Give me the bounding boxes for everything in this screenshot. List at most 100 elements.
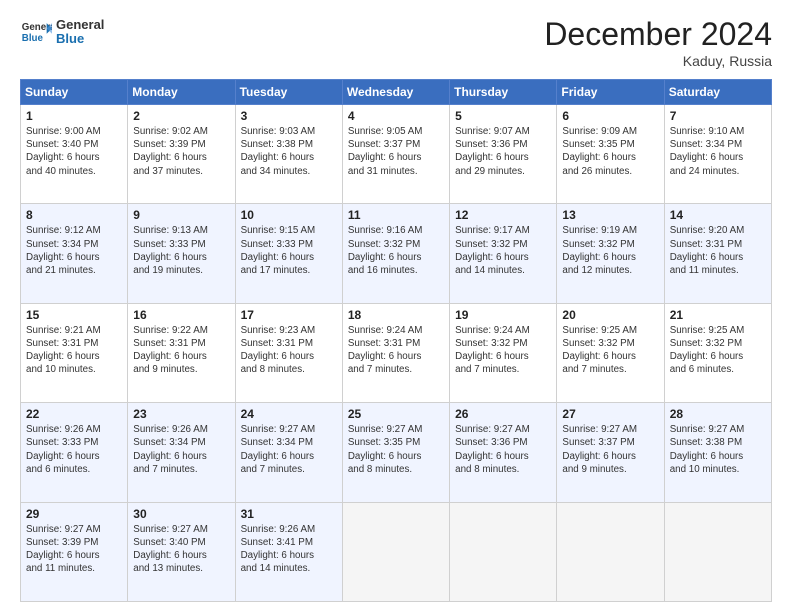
calendar-cell xyxy=(450,502,557,601)
day-number: 17 xyxy=(241,308,337,322)
calendar-cell: 4 Sunrise: 9:05 AM Sunset: 3:37 PM Daylig… xyxy=(342,105,449,204)
day-info: Sunrise: 9:22 AM Sunset: 3:31 PM Dayligh… xyxy=(133,324,229,377)
calendar-cell: 15 Sunrise: 9:21 AM Sunset: 3:31 PM Dayli… xyxy=(21,303,128,402)
calendar-cell: 20Sunrise: 9:25 AM Sunset: 3:32 PM Dayli… xyxy=(557,303,664,402)
calendar-cell xyxy=(342,502,449,601)
day-info: Sunrise: 9:23 AM Sunset: 3:31 PM Dayligh… xyxy=(241,324,337,377)
calendar-cell: 23 Sunrise: 9:26 AM Sunset: 3:34 PM Dayli… xyxy=(128,403,235,502)
page-header: General Blue General Blue December 2024 … xyxy=(20,16,772,69)
calendar-cell: 27Sunrise: 9:27 AM Sunset: 3:37 PM Dayli… xyxy=(557,403,664,502)
weekday-header-row: SundayMondayTuesdayWednesdayThursdayFrid… xyxy=(21,80,772,105)
day-info: Sunrise: 9:27 AM Sunset: 3:36 PM Dayligh… xyxy=(455,423,551,476)
day-info: Sunrise: 9:13 AM Sunset: 3:33 PM Dayligh… xyxy=(133,224,229,277)
calendar-cell: 22 Sunrise: 9:26 AM Sunset: 3:33 PM Dayli… xyxy=(21,403,128,502)
calendar-cell: 26 Sunrise: 9:27 AM Sunset: 3:36 PM Dayli… xyxy=(450,403,557,502)
day-info: Sunrise: 9:00 AM Sunset: 3:40 PM Dayligh… xyxy=(26,125,122,178)
day-info: Sunrise: 9:25 AM Sunset: 3:32 PM Dayligh… xyxy=(562,324,658,377)
calendar-cell: 18 Sunrise: 9:24 AM Sunset: 3:31 PM Dayli… xyxy=(342,303,449,402)
day-info: Sunrise: 9:24 AM Sunset: 3:31 PM Dayligh… xyxy=(348,324,444,377)
calendar-cell: 1Sunrise: 9:00 AM Sunset: 3:40 PM Daylig… xyxy=(21,105,128,204)
day-number: 21 xyxy=(670,308,766,322)
weekday-header: Wednesday xyxy=(342,80,449,105)
day-info: Sunrise: 9:27 AM Sunset: 3:39 PM Dayligh… xyxy=(26,523,122,576)
day-info: Sunrise: 9:12 AM Sunset: 3:34 PM Dayligh… xyxy=(26,224,122,277)
day-info: Sunrise: 9:26 AM Sunset: 3:34 PM Dayligh… xyxy=(133,423,229,476)
logo-line1: General xyxy=(56,18,104,32)
day-number: 4 xyxy=(348,109,444,123)
day-number: 18 xyxy=(348,308,444,322)
day-number: 5 xyxy=(455,109,551,123)
day-info: Sunrise: 9:10 AM Sunset: 3:34 PM Dayligh… xyxy=(670,125,766,178)
day-info: Sunrise: 9:26 AM Sunset: 3:41 PM Dayligh… xyxy=(241,523,337,576)
calendar-cell: 11 Sunrise: 9:16 AM Sunset: 3:32 PM Dayli… xyxy=(342,204,449,303)
svg-text:Blue: Blue xyxy=(22,33,44,44)
day-info: Sunrise: 9:21 AM Sunset: 3:31 PM Dayligh… xyxy=(26,324,122,377)
day-info: Sunrise: 9:20 AM Sunset: 3:31 PM Dayligh… xyxy=(670,224,766,277)
calendar-cell: 3 Sunrise: 9:03 AM Sunset: 3:38 PM Daylig… xyxy=(235,105,342,204)
day-number: 24 xyxy=(241,407,337,421)
calendar-cell: 21 Sunrise: 9:25 AM Sunset: 3:32 PM Dayli… xyxy=(664,303,771,402)
calendar-cell: 16Sunrise: 9:22 AM Sunset: 3:31 PM Dayli… xyxy=(128,303,235,402)
calendar-cell: 17 Sunrise: 9:23 AM Sunset: 3:31 PM Dayli… xyxy=(235,303,342,402)
calendar-cell: 29 Sunrise: 9:27 AM Sunset: 3:39 PM Dayli… xyxy=(21,502,128,601)
day-number: 25 xyxy=(348,407,444,421)
calendar-cell: 31Sunrise: 9:26 AM Sunset: 3:41 PM Dayli… xyxy=(235,502,342,601)
day-number: 23 xyxy=(133,407,229,421)
logo: General Blue General Blue xyxy=(20,16,104,48)
weekday-header: Monday xyxy=(128,80,235,105)
calendar-cell: 13Sunrise: 9:19 AM Sunset: 3:32 PM Dayli… xyxy=(557,204,664,303)
calendar-cell: 8 Sunrise: 9:12 AM Sunset: 3:34 PM Daylig… xyxy=(21,204,128,303)
day-info: Sunrise: 9:16 AM Sunset: 3:32 PM Dayligh… xyxy=(348,224,444,277)
logo-icon: General Blue xyxy=(20,16,52,48)
day-number: 11 xyxy=(348,208,444,222)
day-number: 27 xyxy=(562,407,658,421)
logo-line2: Blue xyxy=(56,32,104,46)
weekday-header: Tuesday xyxy=(235,80,342,105)
calendar-table: SundayMondayTuesdayWednesdayThursdayFrid… xyxy=(20,79,772,602)
day-info: Sunrise: 9:02 AM Sunset: 3:39 PM Dayligh… xyxy=(133,125,229,178)
weekday-header: Friday xyxy=(557,80,664,105)
calendar-cell: 19 Sunrise: 9:24 AM Sunset: 3:32 PM Dayli… xyxy=(450,303,557,402)
month-title: December 2024 xyxy=(544,16,772,53)
calendar-cell: 25 Sunrise: 9:27 AM Sunset: 3:35 PM Dayli… xyxy=(342,403,449,502)
calendar-cell: 5Sunrise: 9:07 AM Sunset: 3:36 PM Daylig… xyxy=(450,105,557,204)
calendar-cell: 12 Sunrise: 9:17 AM Sunset: 3:32 PM Dayli… xyxy=(450,204,557,303)
day-number: 15 xyxy=(26,308,122,322)
day-info: Sunrise: 9:24 AM Sunset: 3:32 PM Dayligh… xyxy=(455,324,551,377)
day-info: Sunrise: 9:27 AM Sunset: 3:35 PM Dayligh… xyxy=(348,423,444,476)
calendar-cell: 7 Sunrise: 9:10 AM Sunset: 3:34 PM Daylig… xyxy=(664,105,771,204)
day-info: Sunrise: 9:27 AM Sunset: 3:38 PM Dayligh… xyxy=(670,423,766,476)
day-info: Sunrise: 9:25 AM Sunset: 3:32 PM Dayligh… xyxy=(670,324,766,377)
calendar-cell xyxy=(664,502,771,601)
day-number: 14 xyxy=(670,208,766,222)
weekday-header: Sunday xyxy=(21,80,128,105)
day-number: 3 xyxy=(241,109,337,123)
day-number: 8 xyxy=(26,208,122,222)
calendar-cell: 28 Sunrise: 9:27 AM Sunset: 3:38 PM Dayli… xyxy=(664,403,771,502)
day-info: Sunrise: 9:03 AM Sunset: 3:38 PM Dayligh… xyxy=(241,125,337,178)
calendar-cell: 6Sunrise: 9:09 AM Sunset: 3:35 PM Daylig… xyxy=(557,105,664,204)
day-number: 28 xyxy=(670,407,766,421)
calendar-cell: 2Sunrise: 9:02 AM Sunset: 3:39 PM Daylig… xyxy=(128,105,235,204)
day-info: Sunrise: 9:17 AM Sunset: 3:32 PM Dayligh… xyxy=(455,224,551,277)
day-number: 30 xyxy=(133,507,229,521)
day-number: 7 xyxy=(670,109,766,123)
calendar-cell: 24 Sunrise: 9:27 AM Sunset: 3:34 PM Dayli… xyxy=(235,403,342,502)
day-info: Sunrise: 9:19 AM Sunset: 3:32 PM Dayligh… xyxy=(562,224,658,277)
day-number: 19 xyxy=(455,308,551,322)
day-info: Sunrise: 9:26 AM Sunset: 3:33 PM Dayligh… xyxy=(26,423,122,476)
day-number: 12 xyxy=(455,208,551,222)
day-number: 9 xyxy=(133,208,229,222)
title-block: December 2024 Kaduy, Russia xyxy=(544,16,772,69)
calendar-cell: 9 Sunrise: 9:13 AM Sunset: 3:33 PM Daylig… xyxy=(128,204,235,303)
day-number: 26 xyxy=(455,407,551,421)
calendar-cell: 10Sunrise: 9:15 AM Sunset: 3:33 PM Dayli… xyxy=(235,204,342,303)
day-info: Sunrise: 9:09 AM Sunset: 3:35 PM Dayligh… xyxy=(562,125,658,178)
day-number: 22 xyxy=(26,407,122,421)
day-info: Sunrise: 9:27 AM Sunset: 3:40 PM Dayligh… xyxy=(133,523,229,576)
day-number: 10 xyxy=(241,208,337,222)
day-info: Sunrise: 9:05 AM Sunset: 3:37 PM Dayligh… xyxy=(348,125,444,178)
day-info: Sunrise: 9:27 AM Sunset: 3:34 PM Dayligh… xyxy=(241,423,337,476)
day-number: 29 xyxy=(26,507,122,521)
calendar-cell: 14 Sunrise: 9:20 AM Sunset: 3:31 PM Dayli… xyxy=(664,204,771,303)
